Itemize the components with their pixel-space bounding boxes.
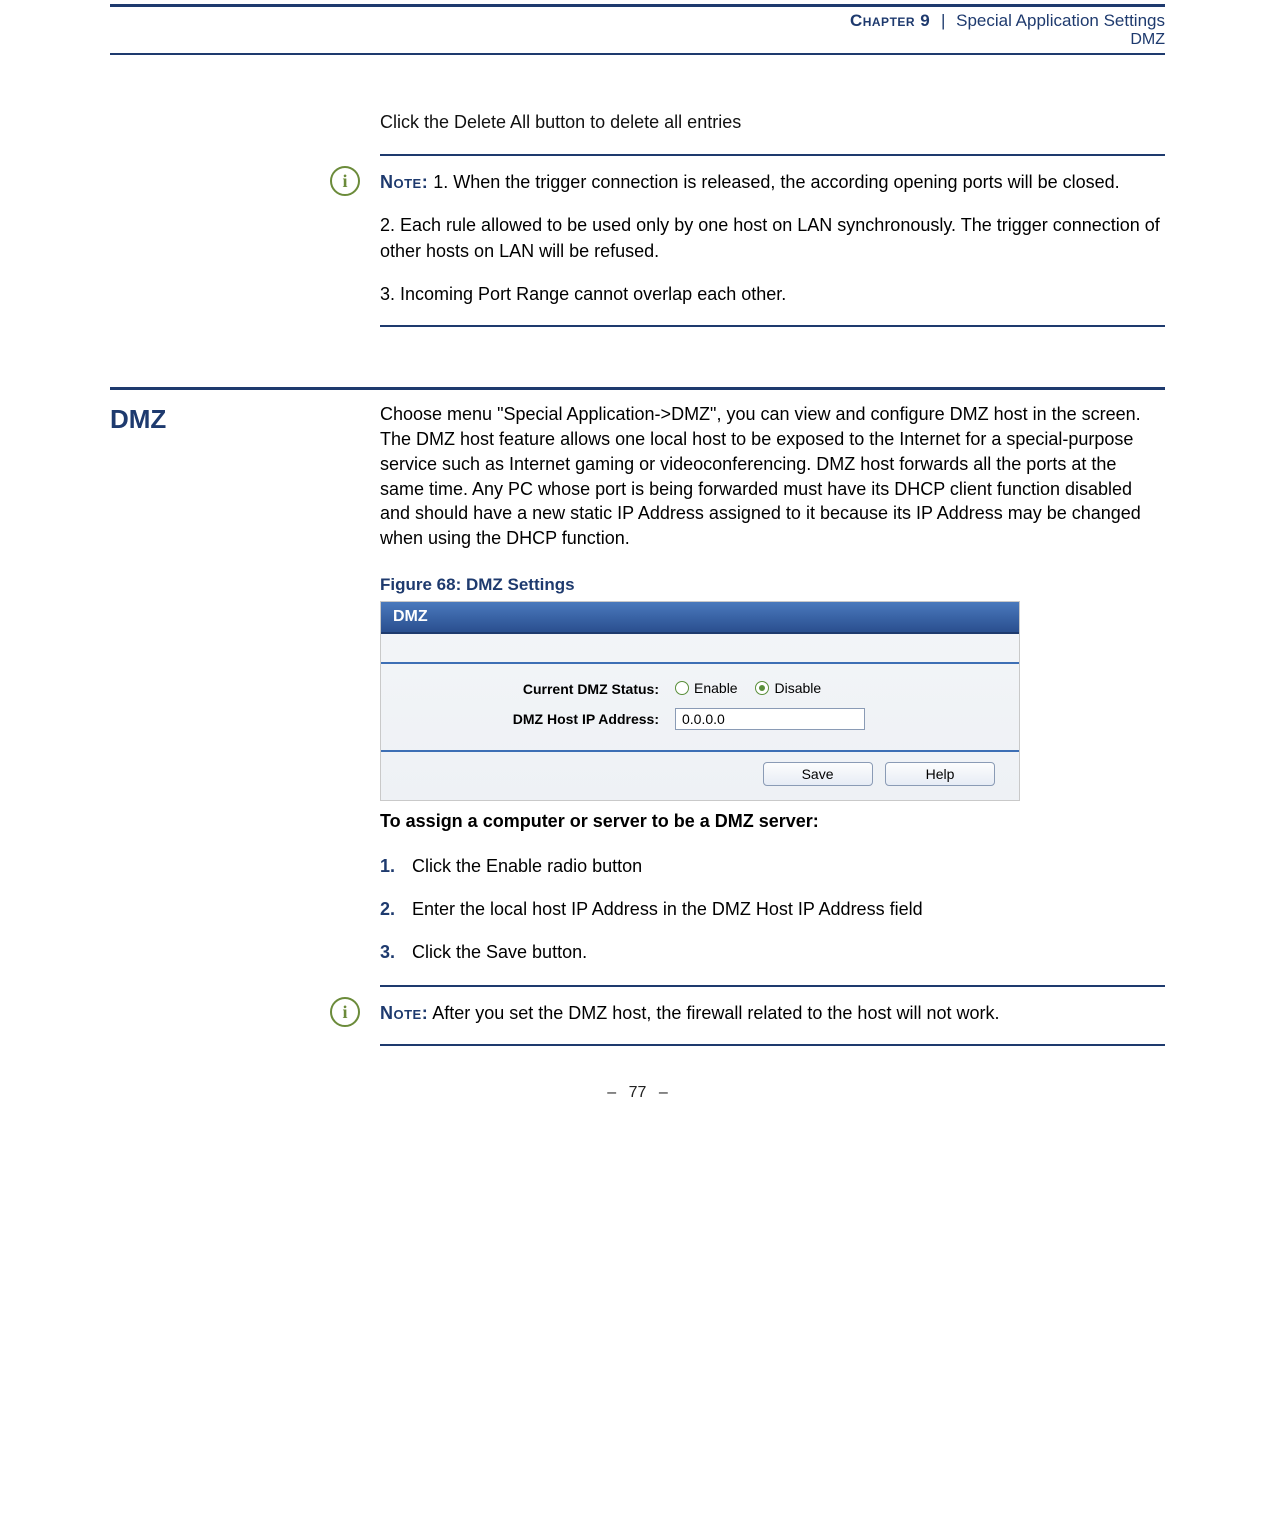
dmz-screenshot: DMZ Current DMZ Status: Enable <box>380 601 1020 801</box>
step-3-text: Click the Save button. <box>412 942 1165 963</box>
step-2-num: 2. <box>380 899 412 920</box>
footer-dash-left: – <box>607 1084 616 1101</box>
disable-radio-wrap[interactable]: Disable <box>755 680 821 696</box>
intro-paragraph: Click the Delete All button to delete al… <box>380 110 1165 134</box>
enable-radio-wrap[interactable]: Enable <box>675 680 738 696</box>
note-2-text: Note: After you set the DMZ host, the fi… <box>380 1001 1165 1026</box>
ip-label: DMZ Host IP Address: <box>405 711 675 727</box>
note-2-line: Note: After you set the DMZ host, the fi… <box>380 1001 1165 1026</box>
disable-radio[interactable] <box>755 681 769 695</box>
status-row: Current DMZ Status: Enable Disable <box>405 680 995 698</box>
step-3: 3. Click the Save button. <box>380 942 1165 963</box>
footer-dash-right: – <box>659 1084 668 1101</box>
content: Click the Delete All button to delete al… <box>0 110 1275 1076</box>
ip-row: DMZ Host IP Address: <box>405 708 995 730</box>
header-rule-bottom <box>110 53 1165 55</box>
panel-title: DMZ <box>381 602 1019 634</box>
dmz-paragraph: Choose menu "Special Application->DMZ", … <box>380 402 1165 551</box>
assign-heading: To assign a computer or server to be a D… <box>380 811 1165 832</box>
header-separator: | <box>941 11 945 30</box>
section-body: Choose menu "Special Application->DMZ", … <box>380 402 1165 1076</box>
step-1-text: Click the Enable radio button <box>412 856 1165 877</box>
panel-buttons: Save Help <box>381 752 1019 786</box>
note-1-line-1: Note: 1. When the trigger connection is … <box>380 170 1165 195</box>
step-2-text: Enter the local host IP Address in the D… <box>412 899 1165 920</box>
enable-radio[interactable] <box>675 681 689 695</box>
enable-label: Enable <box>694 680 738 696</box>
chapter-label: Chapter 9 <box>850 11 930 30</box>
chapter-title: Special Application Settings <box>956 11 1165 30</box>
status-label: Current DMZ Status: <box>405 681 675 697</box>
note-1-p3: 3. Incoming Port Range cannot overlap ea… <box>380 282 1165 307</box>
panel-form: Current DMZ Status: Enable Disable <box>381 664 1019 750</box>
note-label: Note: <box>380 172 428 192</box>
info-icon: i <box>330 997 360 1027</box>
section-rule <box>110 387 1165 390</box>
page: Chapter 9 | Special Application Settings… <box>0 4 1275 1116</box>
status-field: Enable Disable <box>675 680 995 698</box>
header-subtitle: DMZ <box>110 31 1165 53</box>
step-1: 1. Click the Enable radio button <box>380 856 1165 877</box>
note-1-text: Note: 1. When the trigger connection is … <box>380 170 1165 307</box>
step-3-num: 3. <box>380 942 412 963</box>
header-line-1: Chapter 9 | Special Application Settings <box>110 7 1165 33</box>
note-label: Note: <box>380 1003 428 1023</box>
note-1-p2: 2. Each rule allowed to be used only by … <box>380 213 1165 263</box>
dmz-ip-input[interactable] <box>675 708 865 730</box>
note-2-body: After you set the DMZ host, the firewall… <box>432 1003 999 1023</box>
step-2: 2. Enter the local host IP Address in th… <box>380 899 1165 920</box>
help-button[interactable]: Help <box>885 762 995 786</box>
info-icon: i <box>330 166 360 196</box>
step-1-num: 1. <box>380 856 412 877</box>
section-row: DMZ Choose menu "Special Application->DM… <box>110 402 1165 1076</box>
note-block-1: i Note: 1. When the trigger connection i… <box>380 154 1165 327</box>
note-1-p1: 1. When the trigger connection is releas… <box>433 172 1119 192</box>
page-footer: – 77 – <box>0 1084 1275 1102</box>
disable-label: Disable <box>774 680 821 696</box>
section-heading: DMZ <box>110 402 380 435</box>
save-button[interactable]: Save <box>763 762 873 786</box>
note-block-2: i Note: After you set the DMZ host, the … <box>380 985 1165 1046</box>
page-number: 77 <box>629 1084 647 1101</box>
intro-column: Click the Delete All button to delete al… <box>380 110 1165 327</box>
page-header: Chapter 9 | Special Application Settings… <box>0 4 1275 55</box>
figure-caption: Figure 68: DMZ Settings <box>380 575 1165 595</box>
